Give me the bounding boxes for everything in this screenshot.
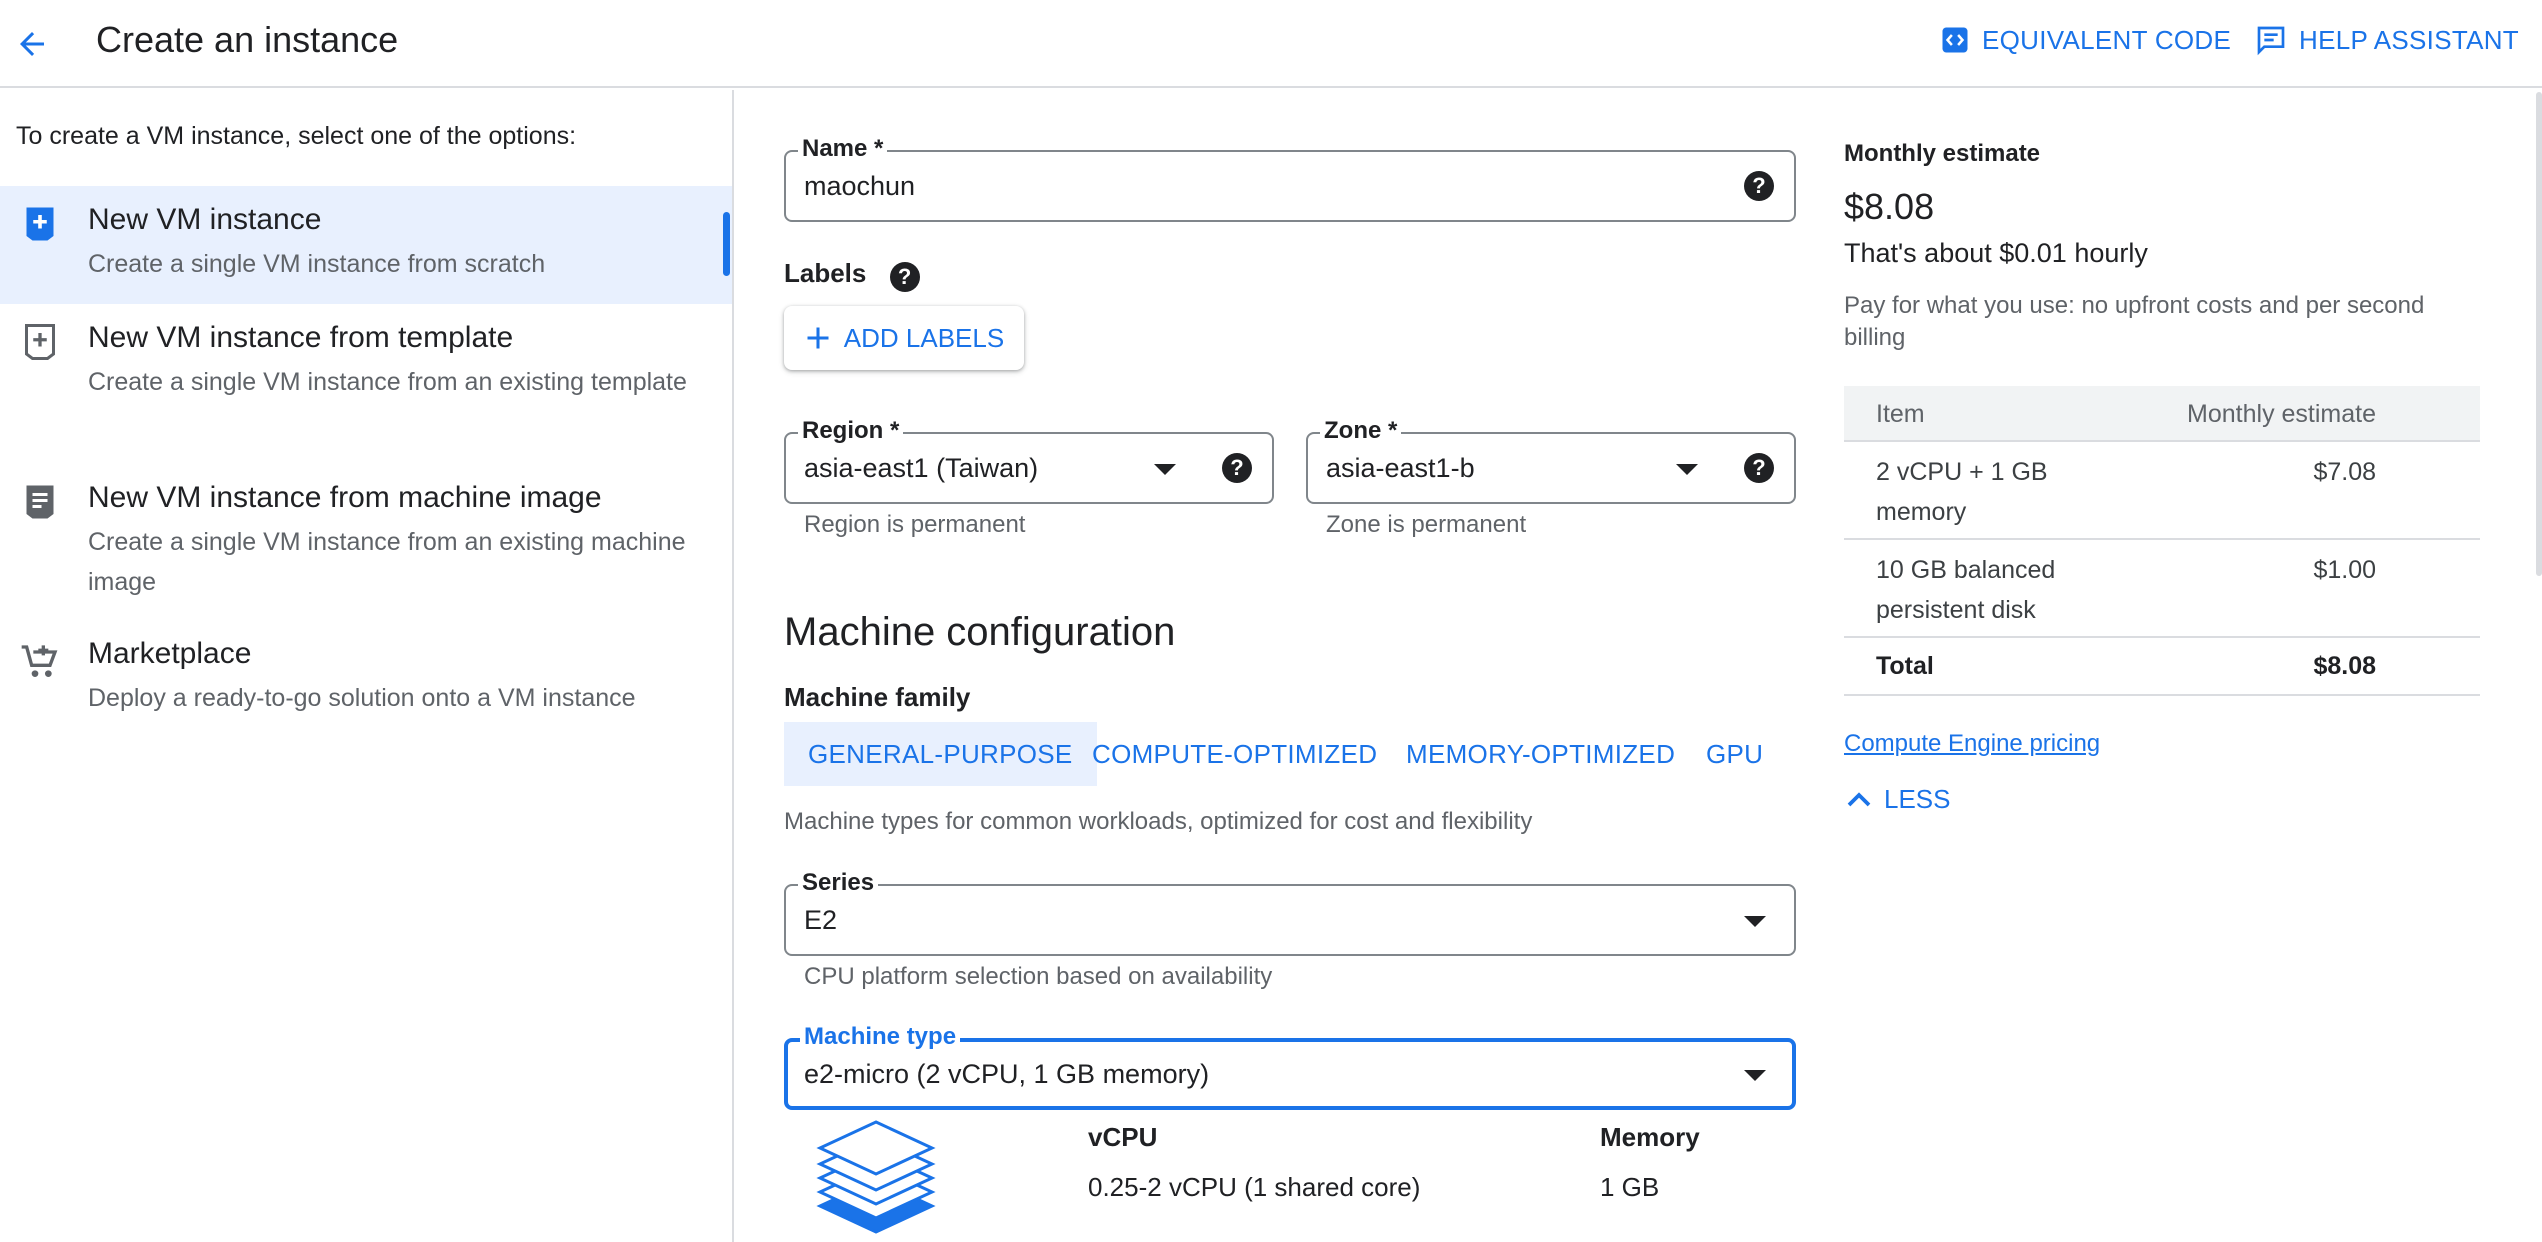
cart-icon	[20, 642, 60, 682]
scrollbar[interactable]	[2536, 92, 2542, 576]
option-title: New VM instance from machine image	[88, 481, 602, 514]
vcpu-heading: vCPU	[1088, 1122, 1158, 1152]
pay-note: Pay for what you use: no upfront costs a…	[1844, 292, 2425, 351]
row-cost: $7.08	[2313, 458, 2376, 486]
table-row: 10 GB balanced persistent disk $1.00	[1844, 540, 2480, 638]
option-title: New VM instance	[88, 203, 322, 236]
dropdown-arrow-icon	[1744, 1070, 1766, 1081]
compute-engine-pricing-link[interactable]: Compute Engine pricing	[1844, 730, 2100, 758]
memory-heading: Memory	[1600, 1122, 1700, 1152]
series-hint: CPU platform selection based on availabi…	[804, 963, 1273, 990]
series-value: E2	[804, 904, 838, 935]
help-icon[interactable]: ?	[1222, 453, 1252, 483]
equivalent-code-button[interactable]: EQUIVALENT CODE	[1940, 20, 2231, 60]
plus-icon	[807, 327, 829, 349]
option-title: Marketplace	[88, 637, 252, 670]
help-icon[interactable]: ?	[1744, 171, 1774, 201]
option-new-vm-from-template[interactable]: New VM instance from template Create a s…	[0, 304, 732, 464]
code-icon	[1942, 27, 1968, 53]
total-label: Total	[1876, 652, 1934, 680]
help-icon[interactable]: ?	[889, 262, 920, 293]
region-hint: Region is permanent	[804, 511, 1026, 538]
hourly-estimate: That's about $0.01 hourly	[1844, 238, 2148, 268]
help-icon[interactable]: ?	[1744, 453, 1774, 483]
region-value: asia-east1 (Taiwan)	[804, 452, 1039, 483]
machine-type-value: e2-micro (2 vCPU, 1 GB memory)	[804, 1058, 1210, 1089]
table-header-row: Item Monthly estimate	[1844, 386, 2480, 442]
less-button[interactable]: LESS	[1844, 784, 1951, 815]
tab-gpu[interactable]: GPU	[1682, 722, 1787, 786]
labels-title: Labels ?	[784, 258, 920, 293]
total-value: $8.08	[2313, 652, 2376, 680]
zone-select[interactable]: Zone * asia-east1-b ?	[1306, 417, 1796, 504]
table-total-row: Total $8.08	[1844, 638, 2480, 696]
creation-options-panel: To create a VM instance, select one of t…	[0, 90, 734, 1242]
row-item: 2 vCPU + 1 GB memory	[1876, 458, 2048, 526]
column-header-item: Item	[1876, 400, 1925, 428]
machine-config-title: Machine configuration	[784, 610, 1176, 654]
column-header-estimate: Monthly estimate	[2187, 400, 2376, 428]
dropdown-arrow-icon	[1676, 464, 1698, 475]
option-title: New VM instance from template	[88, 321, 514, 354]
chevron-up-icon	[1847, 791, 1871, 806]
table-row: 2 vCPU + 1 GB memory $7.08	[1844, 442, 2480, 540]
arrow-back-icon	[20, 32, 44, 56]
option-marketplace[interactable]: Marketplace Deploy a ready-to-go solutio…	[0, 624, 732, 744]
help-assistant-button[interactable]: HELP ASSISTANT	[2255, 20, 2519, 60]
tab-compute-optimized[interactable]: COMPUTE-OPTIMIZED	[1068, 722, 1401, 786]
selection-indicator	[723, 212, 730, 276]
option-new-vm-from-machine-image[interactable]: New VM instance from machine image Creat…	[0, 464, 732, 624]
machine-family-label: Machine family	[784, 682, 971, 712]
top-app-bar: Create an instance EQUIVALENT CODE HELP …	[0, 0, 2542, 88]
tab-general-purpose[interactable]: GENERAL-PURPOSE	[784, 722, 1097, 786]
template-icon	[20, 322, 60, 362]
chat-icon	[2257, 26, 2285, 56]
labels-title-text: Labels	[784, 258, 867, 288]
tab-memory-optimized[interactable]: MEMORY-OPTIMIZED	[1382, 722, 1699, 786]
add-box-icon	[20, 204, 60, 244]
region-select[interactable]: Region * asia-east1 (Taiwan) ?	[784, 417, 1274, 504]
option-desc: Create a single VM instance from scratch	[88, 250, 546, 278]
help-assistant-label: HELP ASSISTANT	[2299, 24, 2519, 55]
option-new-vm-instance[interactable]: New VM instance Create a single VM insta…	[0, 186, 732, 304]
monthly-estimate-price: $8.08	[1844, 186, 1935, 227]
vcpu-value: 0.25-2 vCPU (1 shared core)	[1088, 1172, 1421, 1202]
options-prompt: To create a VM instance, select one of t…	[16, 122, 577, 150]
machine-stack-icon	[816, 1120, 936, 1234]
monthly-estimate-label: Monthly estimate	[1844, 140, 2041, 167]
dropdown-arrow-icon	[1154, 464, 1176, 475]
series-select[interactable]: Series E2	[784, 869, 1796, 956]
add-labels-label: ADD LABELS	[843, 322, 1005, 353]
back-button[interactable]	[6, 18, 58, 70]
add-labels-button[interactable]: ADD LABELS	[784, 306, 1024, 370]
zone-hint: Zone is permanent	[1326, 511, 1527, 538]
name-value: maochun	[804, 170, 916, 201]
equivalent-code-label: EQUIVALENT CODE	[1982, 24, 2232, 55]
name-field[interactable]: Name * maochun ?	[784, 135, 1796, 222]
zone-value: asia-east1-b	[1326, 452, 1475, 483]
option-desc: Create a single VM instance from an exis…	[88, 528, 686, 596]
less-label: LESS	[1884, 784, 1951, 814]
row-item: 10 GB balanced persistent disk	[1876, 556, 2056, 624]
machine-family-desc: Machine types for common workloads, opti…	[784, 808, 1533, 835]
option-desc: Deploy a ready-to-go solution onto a VM …	[88, 684, 636, 712]
machine-type-select[interactable]: Machine type e2-micro (2 vCPU, 1 GB memo…	[784, 1023, 1796, 1110]
option-desc: Create a single VM instance from an exis…	[88, 368, 687, 396]
page-title: Create an instance	[96, 19, 399, 60]
machine-image-icon	[20, 482, 60, 522]
estimate-table: Item Monthly estimate 2 vCPU + 1 GB memo…	[1844, 386, 2480, 696]
dropdown-arrow-icon	[1744, 916, 1766, 927]
memory-value: 1 GB	[1600, 1172, 1660, 1202]
row-cost: $1.00	[2313, 556, 2376, 584]
